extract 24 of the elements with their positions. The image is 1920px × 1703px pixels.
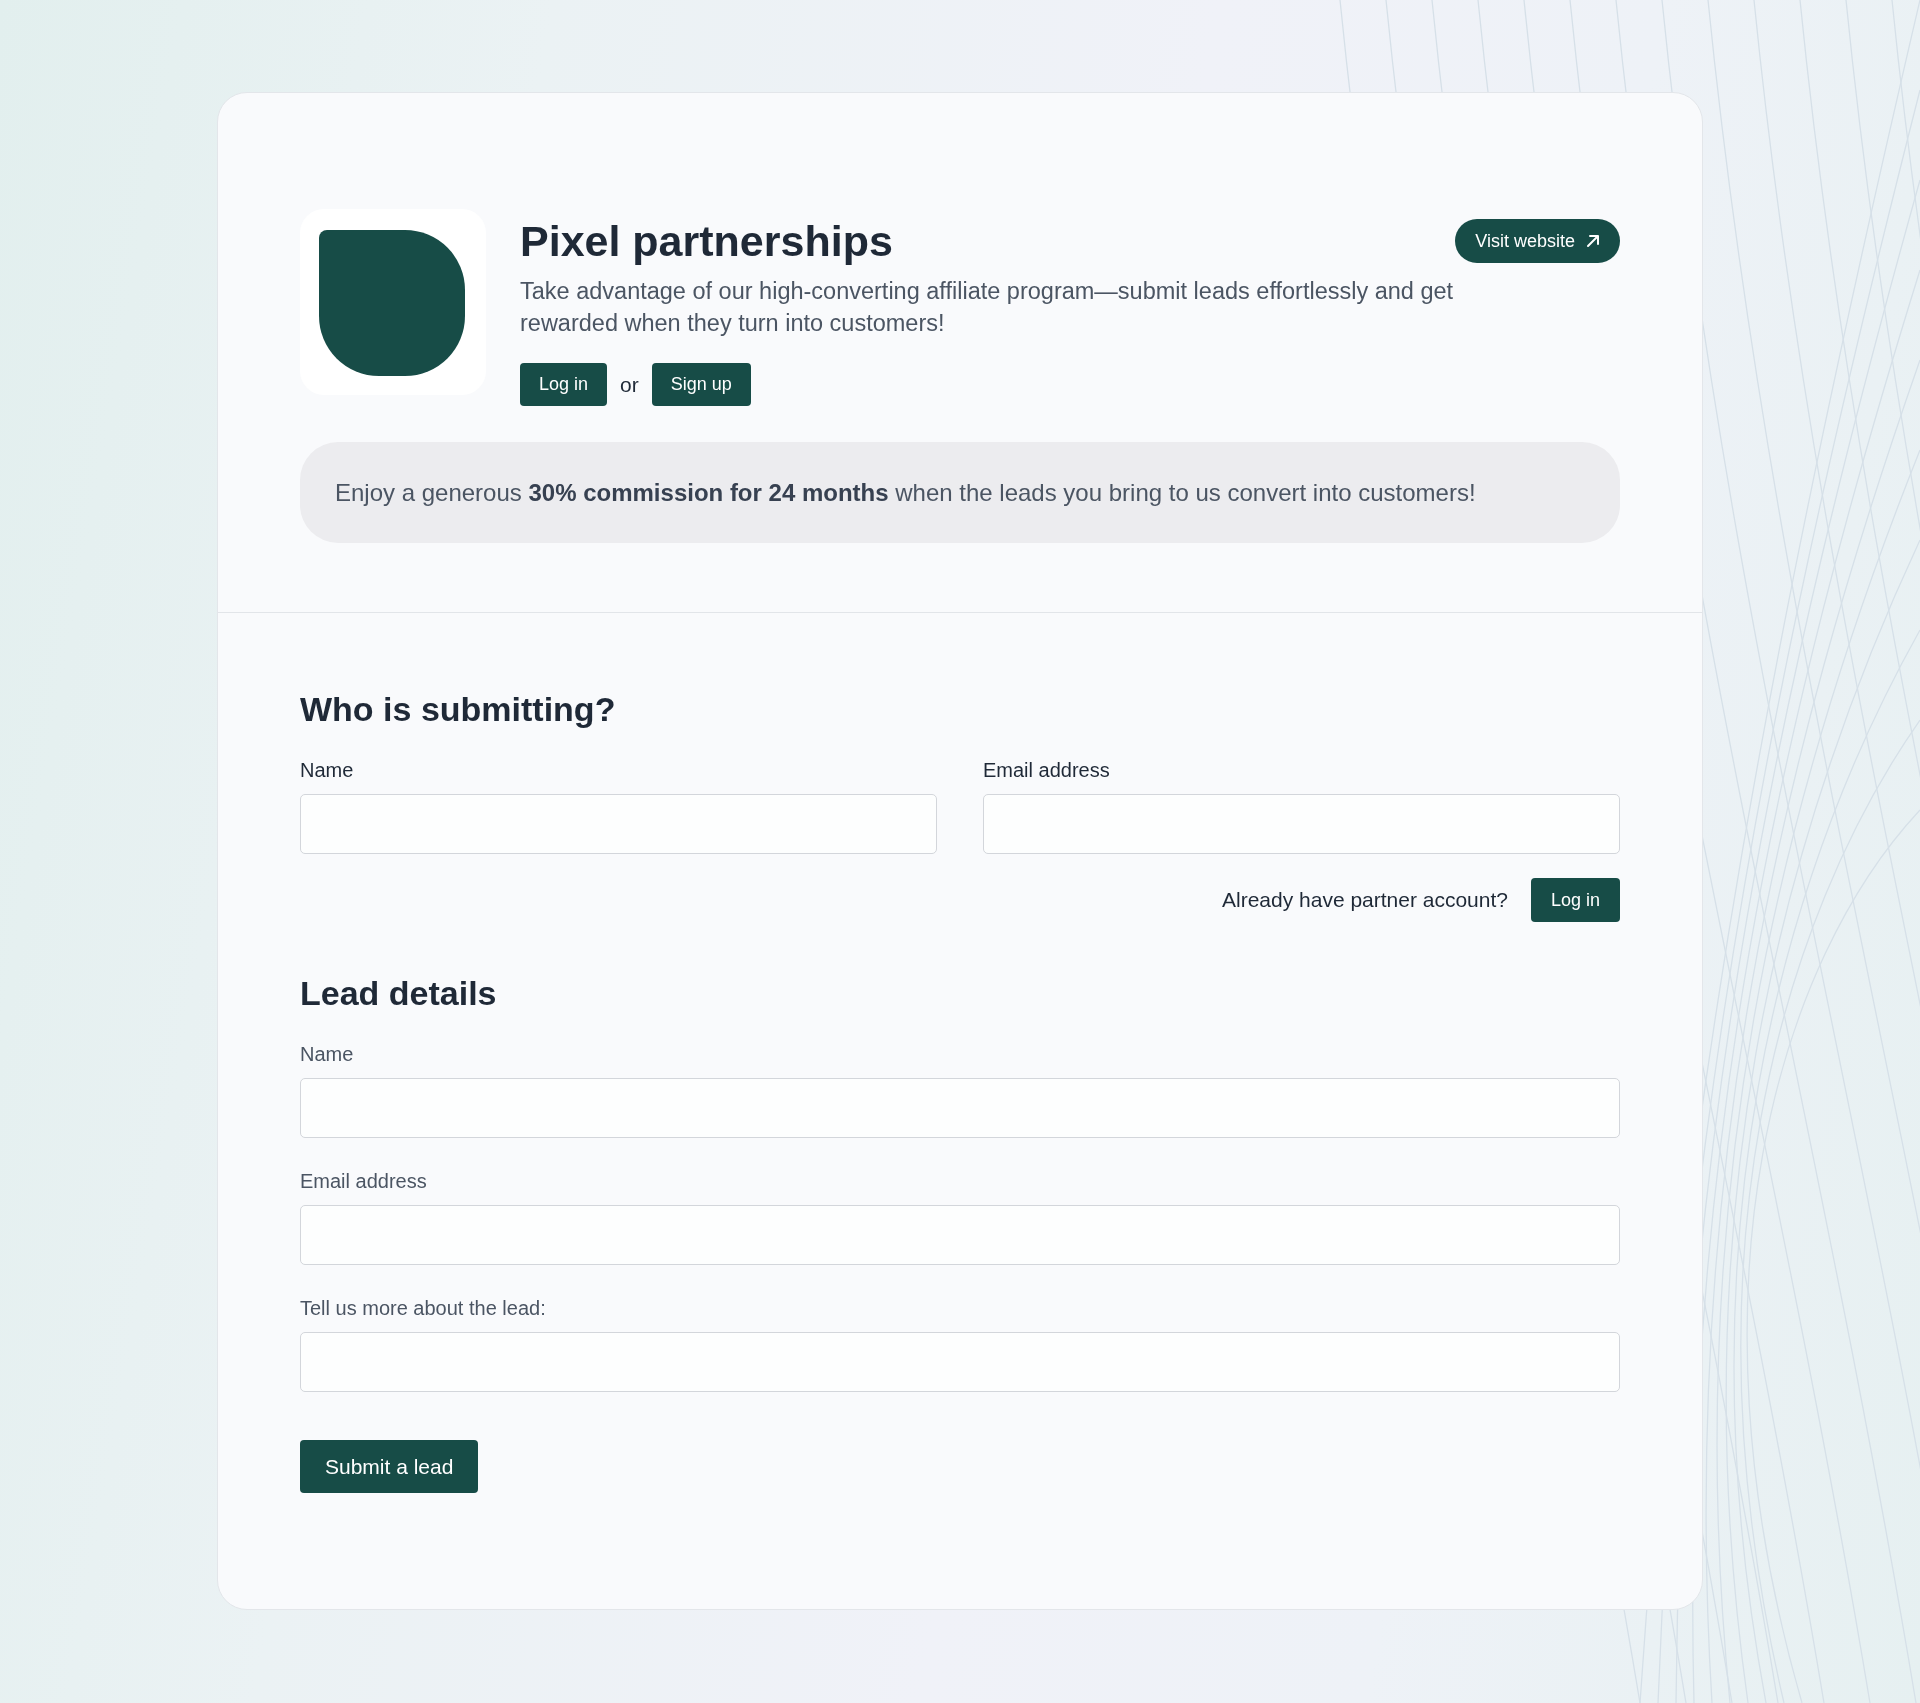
field-label: Email address xyxy=(300,1169,428,1193)
field-label: Email address xyxy=(983,758,1111,782)
input-field[interactable] xyxy=(300,794,937,854)
section-heading: Who is submitting? xyxy=(300,689,617,729)
arrow-up-right-icon xyxy=(1586,234,1600,248)
signup-button[interactable]: Sign up xyxy=(651,363,751,406)
logo-icon xyxy=(300,209,486,395)
program-description: Take advantage of our high-converting affiliate program—submit leads effortlessly and get rewarded when they turn into customers! xyxy=(520,277,1455,338)
separator-text: or xyxy=(620,372,639,397)
input-field[interactable] xyxy=(300,1205,1620,1265)
field-label: Name xyxy=(300,1042,355,1066)
login-button[interactable]: Log in xyxy=(520,363,608,406)
commission-text: Enjoy a generous 30% commission for 24 months when the leads you bring to us convert into customers! xyxy=(335,477,1476,508)
submit-lead-button[interactable]: Submit a lead xyxy=(300,1440,479,1493)
program-title: Pixel partnerships xyxy=(520,217,893,265)
field-label: Name xyxy=(300,758,355,782)
section-heading: Lead details xyxy=(300,973,498,1013)
input-field[interactable] xyxy=(300,1078,1620,1138)
input-field[interactable] xyxy=(983,794,1620,854)
account-prompt-text: Already have partner account? xyxy=(1222,888,1508,912)
input-field[interactable] xyxy=(300,1332,1620,1392)
login-button[interactable]: Log in xyxy=(1531,878,1620,922)
field-label: Tell us more about the lead: xyxy=(300,1296,547,1320)
visit-website-button[interactable]: Visit website xyxy=(1455,219,1620,263)
